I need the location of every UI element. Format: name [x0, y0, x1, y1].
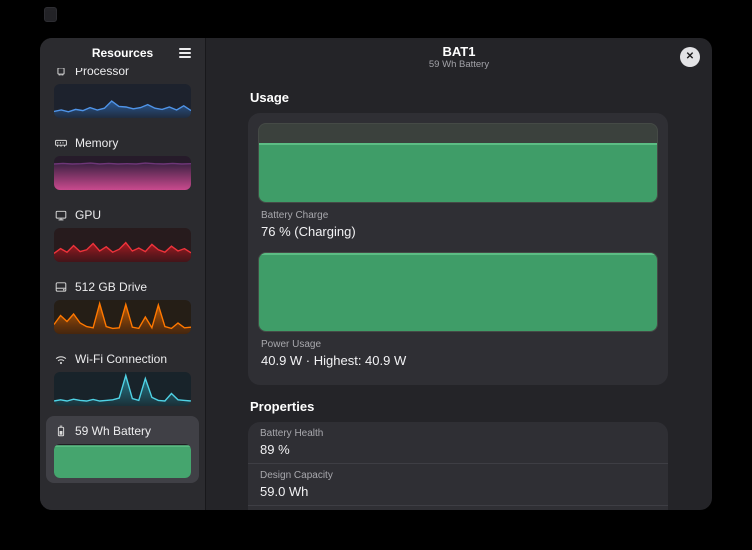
gpu-graph [54, 228, 191, 262]
sidebar-item-label: Wi-Fi Connection [75, 352, 167, 366]
sidebar-item-label: Memory [75, 136, 118, 150]
battery-charge-value: 76 % (Charging) [261, 224, 655, 240]
main-panel: BAT1 59 Wh Battery ✕ Usage Battery Charg… [206, 38, 712, 510]
close-icon: ✕ [686, 52, 694, 62]
battery-graph [54, 444, 191, 478]
power-usage-label: Power Usage [261, 339, 655, 351]
processor-graph [54, 84, 191, 118]
sidebar-title: Resources [54, 46, 173, 60]
memory-icon [54, 136, 68, 150]
background-app-icon [44, 7, 57, 22]
property-label: Design Capacity [260, 470, 656, 482]
sidebar-item-label-row: 512 GB Drive [54, 277, 191, 297]
main-header: BAT1 59 Wh Battery ✕ [206, 38, 712, 76]
memory-graph [54, 156, 191, 190]
property-row-charge-cycles: Charge Cycles 278 [248, 505, 668, 510]
power-usage-panel: Power Usage 40.9 W · Highest: 40.9 W [258, 252, 658, 375]
wifi-icon [54, 352, 68, 366]
power-usage-caption: Power Usage 40.9 W · Highest: 40.9 W [258, 332, 658, 375]
gpu-icon [54, 208, 68, 222]
sidebar-item-label-row: 59 Wh Battery [54, 421, 191, 441]
sidebar-item-wifi[interactable]: Wi-Fi Connection [46, 344, 199, 411]
sidebar-list: Processor Memory [40, 68, 205, 510]
processor-icon [54, 68, 68, 78]
sidebar-item-processor[interactable]: Processor [46, 68, 199, 123]
resources-window: Resources Processor [40, 38, 712, 510]
sidebar-item-label-row: GPU [54, 205, 191, 225]
usage-heading: Usage [250, 90, 668, 105]
page-title: BAT1 [443, 44, 476, 59]
properties-card: Battery Health 89 % Design Capacity 59.0… [248, 422, 668, 510]
battery-charge-panel: Battery Charge 76 % (Charging) [258, 123, 658, 246]
power-usage-graph [258, 252, 658, 332]
property-value: 59.0 Wh [260, 484, 656, 500]
wifi-graph [54, 372, 191, 406]
hamburger-menu-button[interactable] [173, 42, 197, 64]
property-value: 89 % [260, 442, 656, 458]
main-content: Usage Battery Charge 76 % (Charging) [206, 76, 712, 510]
sidebar-item-label: GPU [75, 208, 101, 222]
battery-charge-graph [258, 123, 658, 203]
property-row-design-capacity: Design Capacity 59.0 Wh [248, 463, 668, 505]
sidebar-item-label-row: Processor [54, 68, 191, 81]
property-row-battery-health: Battery Health 89 % [248, 422, 668, 463]
sidebar: Resources Processor [40, 38, 206, 510]
sidebar-item-gpu[interactable]: GPU [46, 200, 199, 267]
properties-heading: Properties [250, 399, 668, 414]
battery-icon [54, 424, 68, 438]
battery-charge-label: Battery Charge [261, 210, 655, 222]
property-label: Battery Health [260, 428, 656, 440]
sidebar-item-memory[interactable]: Memory [46, 128, 199, 195]
sidebar-item-label: 512 GB Drive [75, 280, 147, 294]
sidebar-item-label: 59 Wh Battery [75, 424, 151, 438]
power-usage-fill [259, 253, 657, 331]
hamburger-icon [179, 48, 191, 58]
usage-card: Battery Charge 76 % (Charging) Power Usa… [248, 113, 668, 385]
battery-charge-fill [259, 143, 657, 202]
drive-icon [54, 280, 68, 294]
sidebar-item-battery[interactable]: 59 Wh Battery [46, 416, 199, 483]
close-button[interactable]: ✕ [680, 47, 700, 67]
page-subtitle: 59 Wh Battery [429, 59, 489, 70]
sidebar-item-drive[interactable]: 512 GB Drive [46, 272, 199, 339]
sidebar-item-label-row: Wi-Fi Connection [54, 349, 191, 369]
battery-charge-caption: Battery Charge 76 % (Charging) [258, 203, 658, 246]
power-usage-value: 40.9 W · Highest: 40.9 W [261, 353, 655, 369]
sidebar-item-label-row: Memory [54, 133, 191, 153]
drive-graph [54, 300, 191, 334]
sidebar-item-label: Processor [75, 68, 129, 78]
sidebar-header: Resources [40, 38, 205, 68]
